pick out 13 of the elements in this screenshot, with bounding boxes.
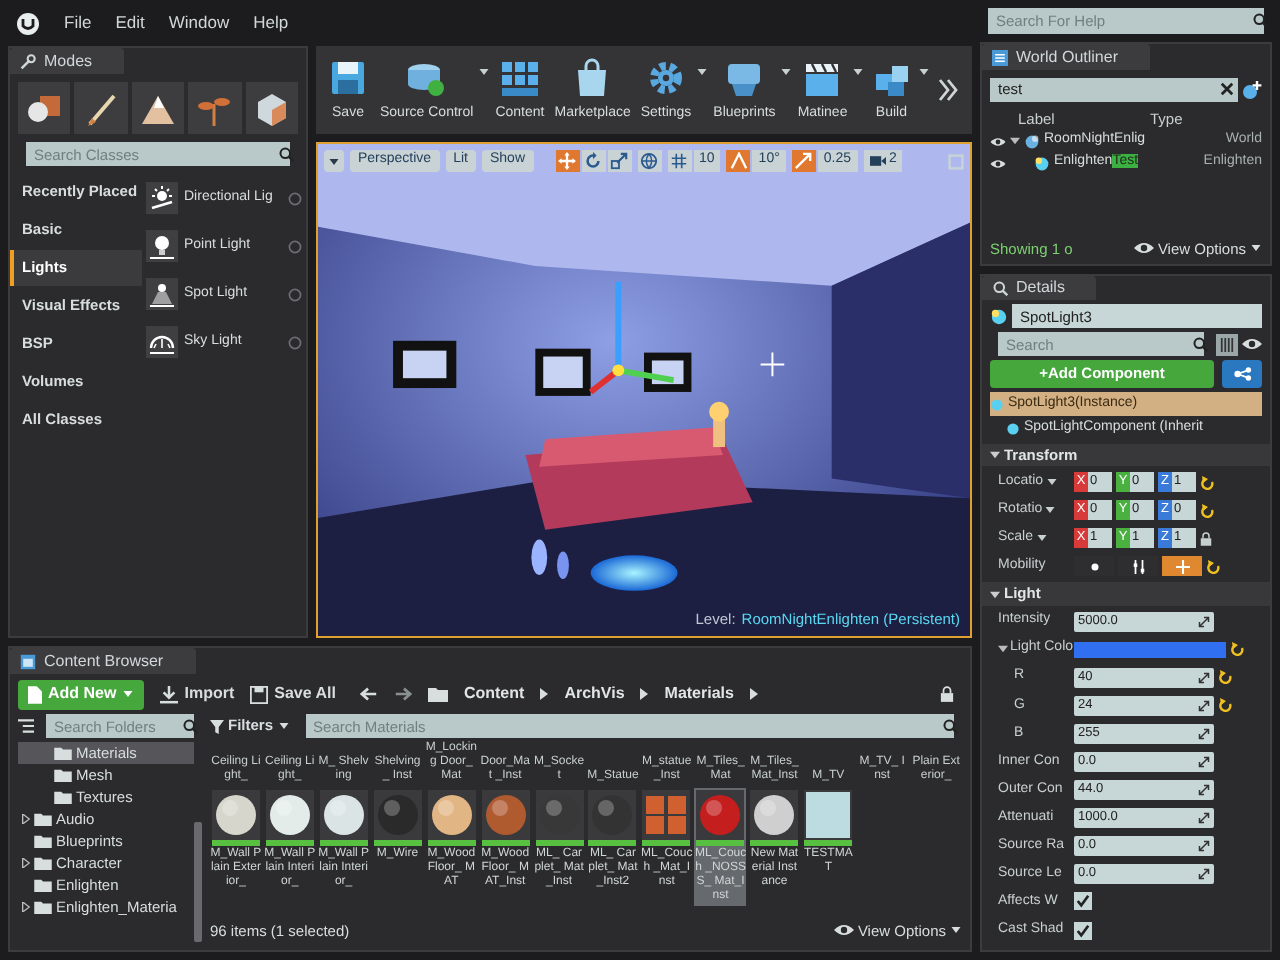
- path-crumb[interactable]: Content: [463, 682, 525, 706]
- panel-tab[interactable]: Modes: [10, 48, 125, 74]
- toolbar-button[interactable]: Import: [160, 679, 235, 709]
- panel-tab[interactable]: Details: [982, 276, 1097, 301]
- path-crumb[interactable]: Materials: [664, 682, 734, 706]
- menu-item[interactable]: Window: [168, 10, 230, 36]
- toolbar-button[interactable]: Save All: [250, 679, 336, 709]
- menu-item[interactable]: File: [64, 10, 92, 36]
- panel-tab[interactable]: World Outliner: [982, 44, 1150, 70]
- menu-item[interactable]: Help: [253, 10, 289, 36]
- menu-item[interactable]: Edit: [115, 10, 145, 36]
- panel-tab[interactable]: Content Browser: [10, 648, 196, 674]
- path-crumb[interactable]: ArchVis: [564, 682, 625, 706]
